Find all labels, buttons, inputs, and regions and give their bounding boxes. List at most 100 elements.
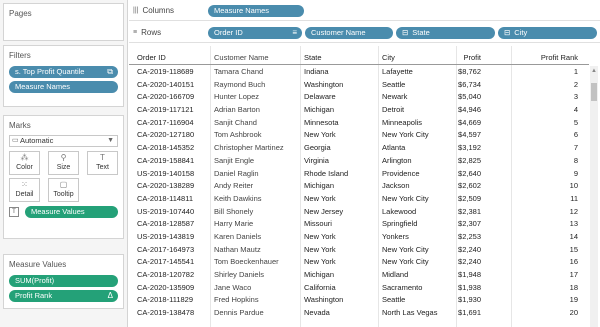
table-row[interactable]: CA-2020-127180 Tom Ashbrook New York New Yo… [129, 129, 589, 142]
cell-order-id[interactable]: US-2019-143819 [137, 232, 194, 241]
cell-profit[interactable]: $1,930 [458, 295, 481, 304]
cell-order-id[interactable]: CA-2020-135909 [137, 283, 194, 292]
scroll-up-icon[interactable]: ▲ [591, 68, 597, 74]
cell-customer-name[interactable]: Tom Ashbrook [214, 130, 262, 139]
cell-customer-name[interactable]: Harry Marie [214, 219, 253, 228]
cell-profit-rank[interactable]: 11 [570, 194, 578, 203]
tooltip-button[interactable]: ▢ Tooltip [48, 178, 79, 202]
header-order-id[interactable]: Order ID [137, 53, 166, 62]
table-row[interactable]: CA-2019-158841 Sanjit Engle Virginia Arling… [129, 155, 589, 168]
table-row[interactable]: CA-2018-145352 Christopher Martinez Georgi… [129, 142, 589, 155]
cell-state[interactable]: Rhode Island [304, 169, 348, 178]
cell-customer-name[interactable]: Jane Waco [214, 283, 251, 292]
cell-customer-name[interactable]: Andy Reiter [214, 181, 253, 190]
cell-order-id[interactable]: CA-2019-158841 [137, 156, 194, 165]
table-row[interactable]: CA-2019-117121 Adrian Barton Michigan Detro… [129, 104, 589, 117]
table-row[interactable]: CA-2017-145541 Tom Boeckenhauer New York Ne… [129, 256, 589, 269]
cell-customer-name[interactable]: Shirley Daniels [214, 270, 264, 279]
cell-city[interactable]: Detroit [382, 105, 404, 114]
columns-pill-measure-names[interactable]: Measure Names [208, 5, 304, 17]
cell-customer-name[interactable]: Raymond Buch [214, 80, 265, 89]
header-city[interactable]: City [382, 53, 395, 62]
cell-city[interactable]: New York City [382, 130, 429, 139]
cell-profit-rank[interactable]: 7 [574, 143, 578, 152]
header-profit[interactable]: Profit [463, 53, 481, 62]
table-row[interactable]: CA-2020-140151 Raymond Buch Washington Seat… [129, 79, 589, 92]
cell-profit-rank[interactable]: 16 [570, 257, 578, 266]
cell-profit-rank[interactable]: 8 [574, 156, 578, 165]
cell-state[interactable]: Georgia [304, 143, 331, 152]
table-row[interactable]: CA-2018-114811 Keith Dawkins New York New Y… [129, 193, 589, 206]
cell-profit[interactable]: $1,948 [458, 270, 481, 279]
cell-city[interactable]: Springfield [382, 219, 417, 228]
cell-city[interactable]: Seattle [382, 80, 405, 89]
cell-order-id[interactable]: US-2019-140158 [137, 169, 194, 178]
cell-city[interactable]: Seattle [382, 295, 405, 304]
cell-customer-name[interactable]: Bill Shonely [214, 207, 253, 216]
table-row[interactable]: CA-2019-138478 Dennis Pardue Nevada North L… [129, 307, 589, 320]
cell-state[interactable]: New York [304, 245, 336, 254]
cell-customer-name[interactable]: Adrian Barton [214, 105, 260, 114]
color-button[interactable]: ⁂ Color [9, 151, 40, 175]
cell-profit-rank[interactable]: 6 [574, 130, 578, 139]
cell-city[interactable]: Yonkers [382, 232, 409, 241]
header-state[interactable]: State [304, 53, 322, 62]
cell-order-id[interactable]: CA-2018-128587 [137, 219, 194, 228]
measure-pill-profit-rank[interactable]: Profit Rank Δ [9, 290, 118, 302]
cell-profit[interactable]: $2,509 [458, 194, 481, 203]
table-row[interactable]: US-2019-143819 Karen Daniels New York Yonke… [129, 231, 589, 244]
table-row[interactable]: CA-2019-118689 Tamara Chand Indiana Lafayet… [129, 66, 589, 79]
cell-customer-name[interactable]: Tom Boeckenhauer [214, 257, 279, 266]
cell-profit-rank[interactable]: 4 [574, 105, 578, 114]
cell-state[interactable]: Michigan [304, 181, 334, 190]
cell-order-id[interactable]: CA-2019-138478 [137, 308, 194, 317]
cell-profit[interactable]: $4,597 [458, 130, 481, 139]
cell-customer-name[interactable]: Keith Dawkins [214, 194, 262, 203]
cell-profit-rank[interactable]: 14 [570, 232, 578, 241]
cell-profit-rank[interactable]: 12 [570, 207, 578, 216]
cell-city[interactable]: Providence [382, 169, 420, 178]
cell-profit-rank[interactable]: 15 [570, 245, 578, 254]
measure-pill-sum-profit[interactable]: SUM(Profit) [9, 275, 118, 287]
cell-city[interactable]: Minneapolis [382, 118, 422, 127]
cell-state[interactable]: New York [304, 232, 336, 241]
cell-city[interactable]: New York City [382, 245, 429, 254]
cell-city[interactable]: Arlington [382, 156, 412, 165]
cell-profit[interactable]: $2,240 [458, 245, 481, 254]
cell-profit[interactable]: $2,825 [458, 156, 481, 165]
cell-profit[interactable]: $1,691 [458, 308, 481, 317]
vertical-scrollbar[interactable]: ▲ [590, 66, 598, 327]
table-row[interactable]: CA-2018-128587 Harry Marie Missouri Springf… [129, 218, 589, 231]
cell-customer-name[interactable]: Nathan Mautz [214, 245, 261, 254]
columns-shelf[interactable]: ||| Columns Measure Names [129, 2, 600, 21]
mark-type-dropdown[interactable]: ▭ Automatic ▼ [9, 135, 118, 147]
cell-city[interactable]: Newark [382, 92, 407, 101]
cell-state[interactable]: Michigan [304, 105, 334, 114]
cell-order-id[interactable]: CA-2020-138289 [137, 181, 194, 190]
cell-profit[interactable]: $2,602 [458, 181, 481, 190]
cell-profit-rank[interactable]: 2 [574, 80, 578, 89]
filter-pill-top-profit-quantile[interactable]: s. Top Profit Quantile ⧉ [9, 66, 118, 78]
cell-customer-name[interactable]: Sanjit Engle [214, 156, 254, 165]
cell-profit-rank[interactable]: 9 [574, 169, 578, 178]
cell-order-id[interactable]: CA-2017-164973 [137, 245, 194, 254]
cell-state[interactable]: Virginia [304, 156, 329, 165]
cell-profit[interactable]: $2,307 [458, 219, 481, 228]
rows-shelf[interactable]: ≡ Rows Order ID ≡ Customer Name ⊟ State ⊟… [129, 24, 600, 43]
cell-state[interactable]: Minnesota [304, 118, 339, 127]
cell-profit[interactable]: $6,734 [458, 80, 481, 89]
cell-customer-name[interactable]: Tamara Chand [214, 67, 263, 76]
cell-state[interactable]: New York [304, 194, 336, 203]
cell-city[interactable]: Midland [382, 270, 408, 279]
cell-city[interactable]: Lafayette [382, 67, 413, 76]
scroll-thumb[interactable] [591, 83, 597, 101]
cell-customer-name[interactable]: Sanjit Chand [214, 118, 257, 127]
table-row[interactable]: CA-2020-138289 Andy Reiter Michigan Jackson… [129, 180, 589, 193]
cell-state[interactable]: New York [304, 130, 336, 139]
cell-customer-name[interactable]: Dennis Pardue [214, 308, 264, 317]
table-row[interactable]: CA-2020-135909 Jane Waco California Sacrame… [129, 282, 589, 295]
cell-profit-rank[interactable]: 20 [570, 308, 578, 317]
cell-order-id[interactable]: CA-2019-117121 [137, 105, 194, 114]
cell-profit-rank[interactable]: 17 [570, 270, 578, 279]
table-row[interactable]: CA-2020-166709 Hunter Lopez Delaware Newark… [129, 91, 589, 104]
